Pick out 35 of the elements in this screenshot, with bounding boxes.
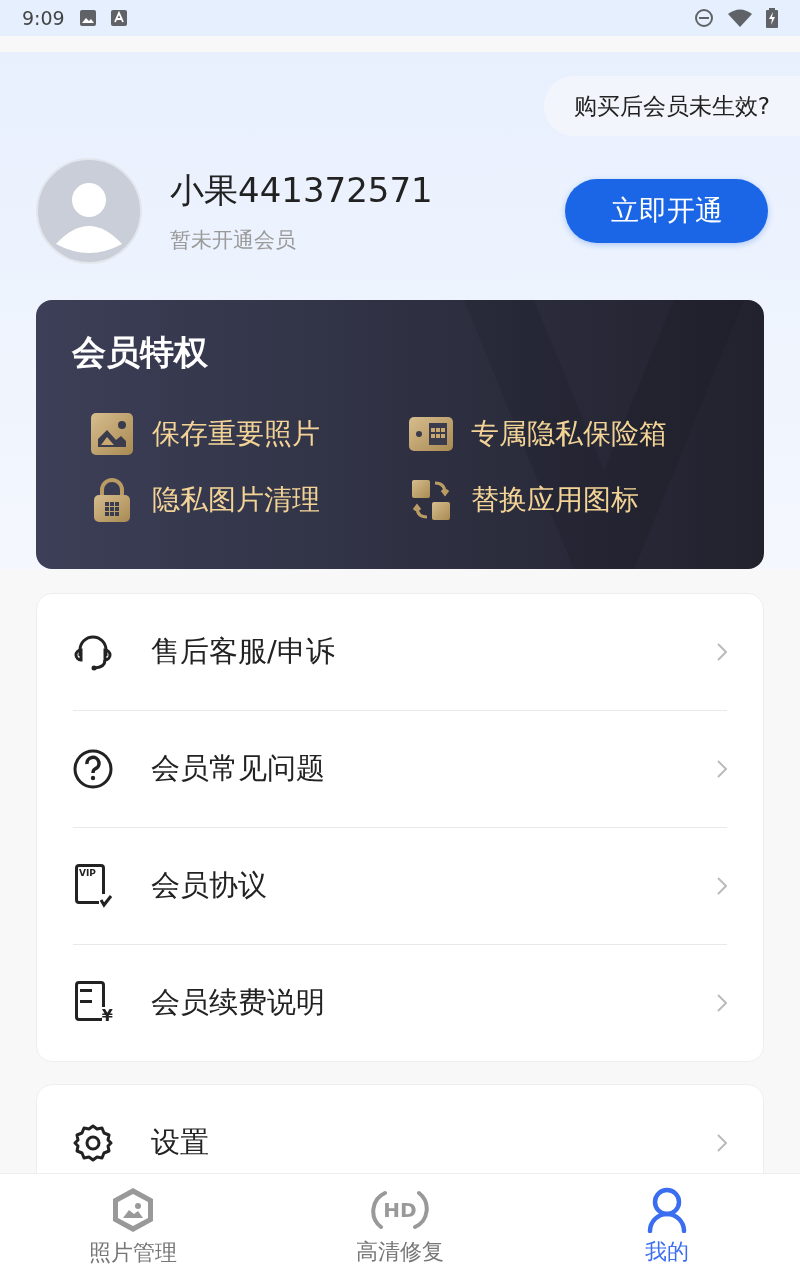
settings-icon (73, 1123, 113, 1163)
privilege-label: 保存重要照片 (152, 416, 320, 452)
user-icon (646, 1187, 687, 1233)
nav-tab[interactable]: HD 高清修复 (266, 1174, 534, 1280)
privilege-label: 专属隐私保险箱 (471, 416, 667, 452)
help-link[interactable]: 购买后会员未生效? (543, 76, 800, 136)
privilege-label: 隐私图片清理 (152, 482, 320, 518)
menu-item[interactable]: VIP 会员协议 (73, 828, 727, 945)
menu-item[interactable]: ¥ 会员续费说明 (73, 945, 727, 1061)
photo-icon (90, 413, 134, 455)
nav-tab[interactable]: 我的 (533, 1174, 800, 1280)
privilege-label: 替换应用图标 (471, 482, 639, 518)
image-icon (78, 9, 97, 27)
chevron-icon (717, 643, 727, 661)
nav-tab[interactable]: 照片管理 (0, 1174, 267, 1280)
chevron-icon (717, 760, 727, 778)
question-icon (73, 749, 113, 789)
settings-item[interactable]: 设置 (73, 1085, 727, 1173)
menu-item[interactable]: 会员常见问题 (73, 711, 727, 828)
dnd-icon (694, 8, 714, 28)
chevron-icon (717, 994, 727, 1012)
avatar-icon (36, 158, 142, 264)
keyboard-icon (110, 10, 127, 26)
battery-icon (766, 8, 778, 28)
menu-item[interactable]: 售后客服/申诉 (73, 594, 727, 711)
chevron-icon (717, 877, 727, 895)
chevron-icon (717, 1134, 727, 1152)
activate-button[interactable]: 立即开通 (565, 179, 768, 243)
membership-status: 暂未开通会员 (170, 227, 297, 254)
user-name: 小果441372571 (170, 169, 434, 212)
status-time: 9:09 (22, 7, 65, 29)
safe-icon (409, 417, 453, 451)
wifi-icon (728, 9, 752, 27)
swap-icon (409, 479, 453, 521)
privileges-title: 会员特权 (72, 331, 209, 374)
